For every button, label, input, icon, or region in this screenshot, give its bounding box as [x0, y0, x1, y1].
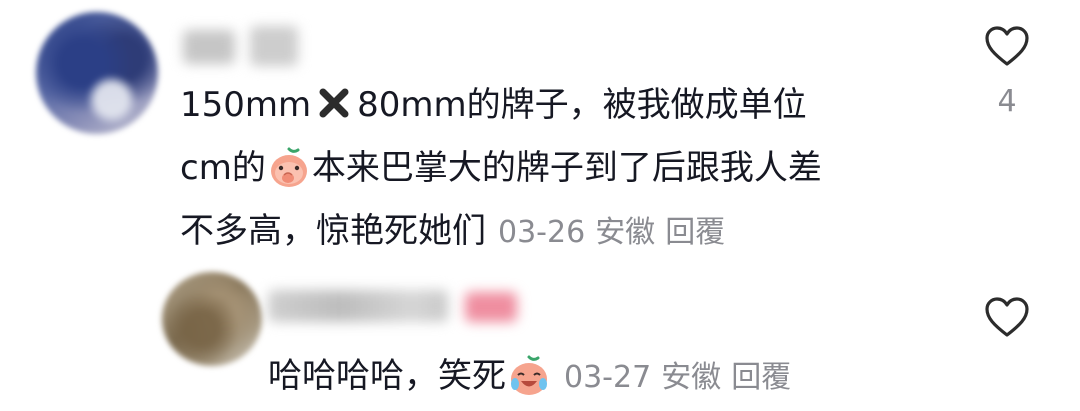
comment-location: 安徽: [661, 360, 722, 395]
avatar[interactable]: [162, 272, 262, 366]
comment-date: 03-27: [564, 360, 652, 395]
crying-laughing-emoji: [511, 355, 547, 395]
username-censored[interactable]: [250, 26, 298, 66]
comment-text-segment: 150mm: [180, 85, 312, 125]
comment-text-segment: 80mm的牌子，被我做成单位: [357, 85, 807, 125]
covering-mouth-emoji: [270, 147, 307, 187]
reply-comment-text: 哈哈哈哈，笑死 03-27 安徽 回覆: [268, 345, 791, 409]
username-censored[interactable]: [465, 292, 517, 322]
comment-meta: 03-27 安徽 回覆: [564, 360, 791, 395]
comment-text-segment: 本来巴掌大的牌子到了后跟我人差: [311, 148, 822, 188]
comment-meta: 03-26 安徽 回覆: [498, 215, 725, 250]
heart-icon[interactable]: [984, 296, 1030, 338]
like-count: 4: [997, 84, 1017, 119]
reply-button[interactable]: 回覆: [731, 360, 791, 395]
comment-date: 03-26: [498, 215, 586, 250]
comment-text: 150mm 80mm的牌子，被我做成单位 cm的 本来巴掌大的牌子到了后跟我人差…: [180, 74, 822, 264]
avatar[interactable]: [36, 12, 158, 134]
username-censored[interactable]: [268, 290, 448, 322]
username-censored[interactable]: [183, 30, 235, 64]
reply-button[interactable]: 回覆: [665, 215, 725, 250]
comment-text-segment: cm的: [180, 148, 266, 188]
comment-text-segment: 哈哈哈哈，笑死: [268, 356, 506, 396]
comment-location: 安徽: [595, 215, 656, 250]
heart-icon[interactable]: [984, 25, 1030, 67]
cross-mark-icon: [319, 88, 349, 117]
comment-text-segment: 不多高，惊艳死她们: [180, 211, 486, 251]
